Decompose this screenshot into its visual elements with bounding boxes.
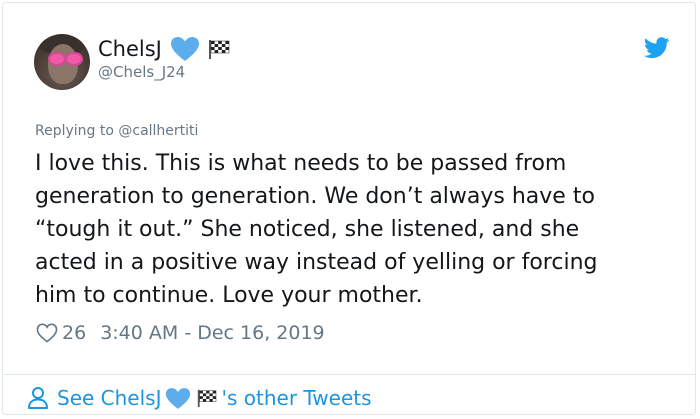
checkered-flag-icon [198, 389, 217, 408]
blue-heart-icon [166, 387, 191, 409]
avatar-glasses-right [65, 52, 83, 66]
see-other-tweets-prefix[interactable]: See ChelsJ [57, 386, 161, 410]
checkered-flag-icon [208, 40, 230, 59]
twitter-bird-icon[interactable] [644, 37, 670, 59]
tweet-card: ChelsJ @Chels_J24 Replying to @callherti… [2, 2, 696, 415]
heart-outline-icon[interactable] [36, 323, 58, 343]
blue-heart-icon [170, 37, 199, 61]
user-handle[interactable]: @Chels_J24 [98, 63, 185, 81]
like-count[interactable]: 26 [62, 322, 86, 344]
see-other-tweets-suffix[interactable]: 's other Tweets [221, 386, 371, 410]
user-name-row[interactable]: ChelsJ [98, 35, 230, 63]
tweet-text: I love this. This is what needs to be pa… [35, 151, 598, 308]
tweet-meta: 26 3:40 AM - Dec 16, 2019 [36, 321, 325, 345]
replying-to-label[interactable]: Replying to @callhertiti [35, 123, 198, 139]
user-outline-icon [28, 387, 48, 409]
avatar-glasses-left [48, 52, 66, 66]
footer-divider [3, 374, 695, 375]
see-other-tweets-link[interactable]: See ChelsJ 's other Tweets [27, 383, 372, 413]
avatar[interactable] [34, 34, 90, 90]
display-name[interactable]: ChelsJ [98, 35, 162, 63]
tweet-timestamp[interactable]: 3:40 AM - Dec 16, 2019 [100, 322, 324, 344]
